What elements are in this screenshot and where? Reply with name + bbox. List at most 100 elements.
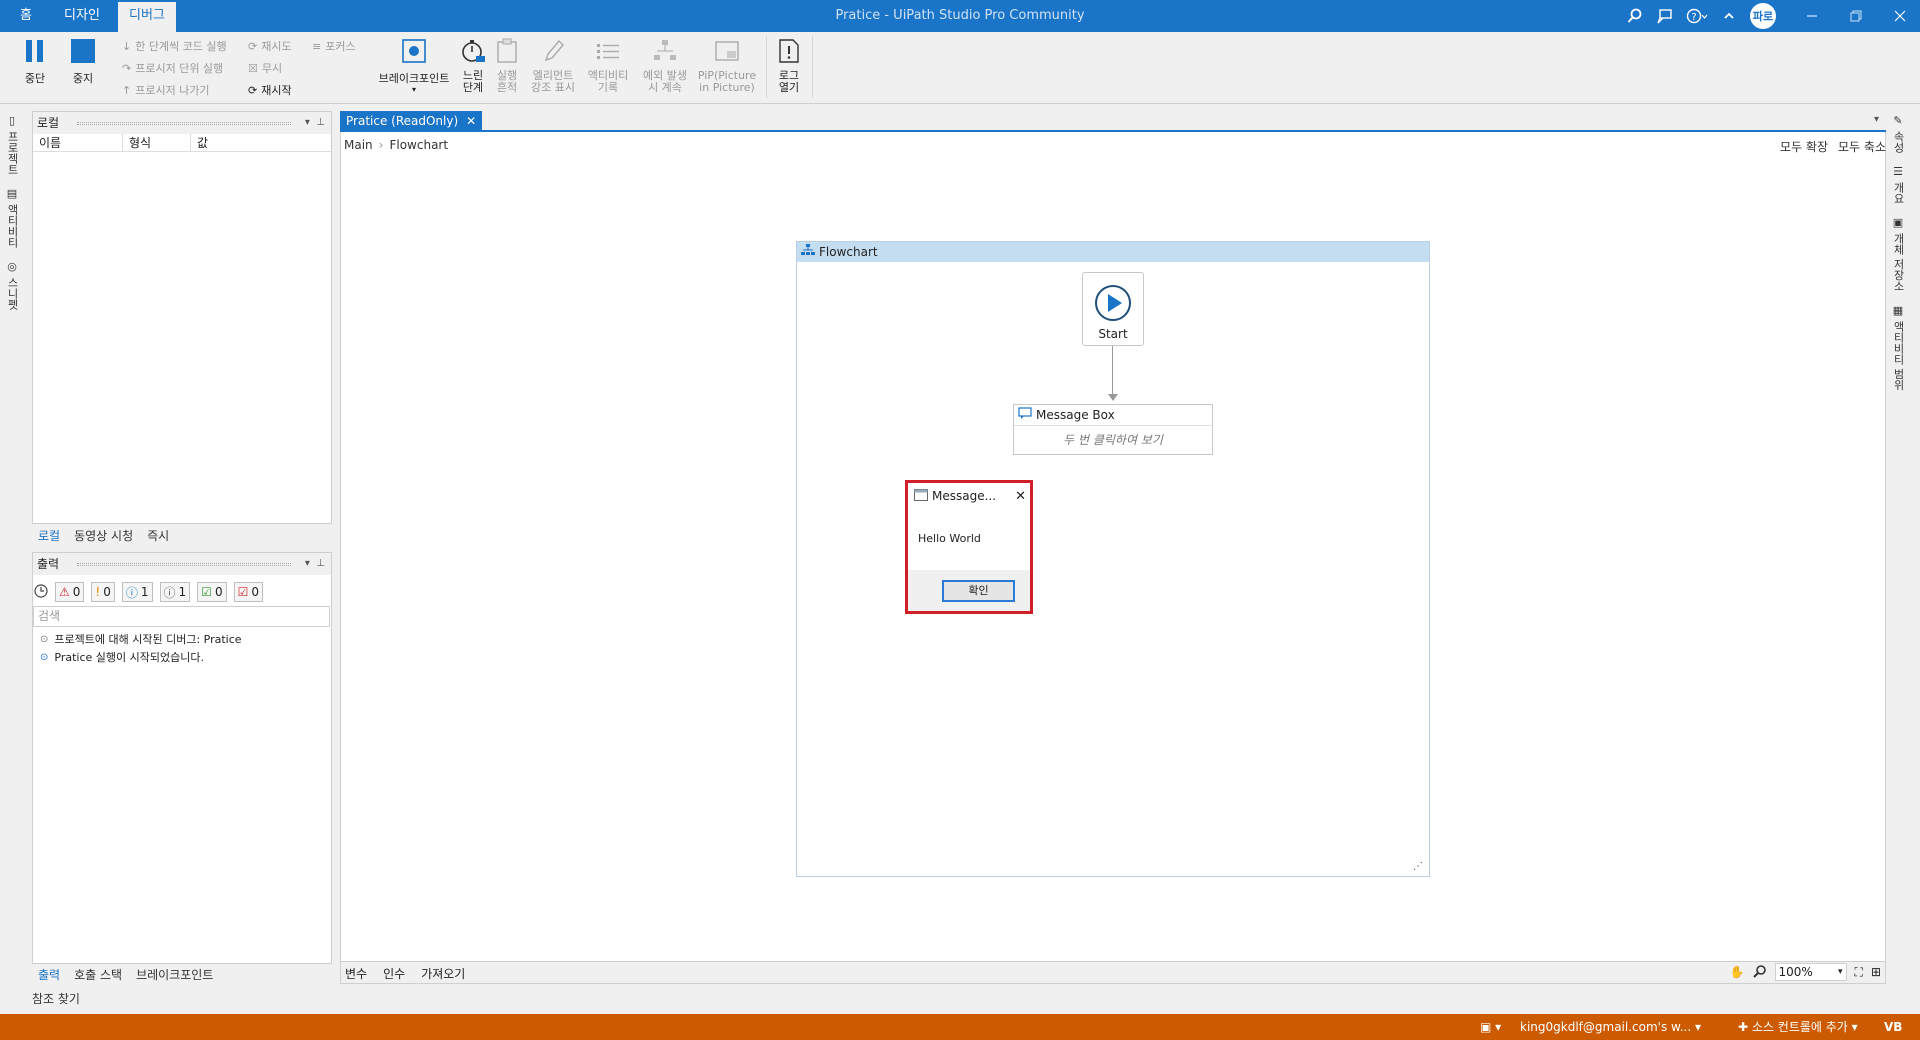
execution-trail-button[interactable]: 실행 흔적 [492,36,522,94]
pause-icon [20,36,50,66]
outline-icon: ☰ [1891,165,1905,178]
search-icon[interactable] [1620,0,1650,32]
message-box-activity[interactable]: Message Box 두 번 클릭하여 보기 [1013,404,1213,455]
breadcrumb-main[interactable]: Main [344,138,373,152]
document-tab[interactable]: Pratice (ReadOnly) ✕ [340,111,483,131]
restart-button[interactable]: ⟳ 재시작 [248,80,292,100]
breakpoints-button[interactable]: 브레이크포인트 ▾ [374,36,454,94]
column-name[interactable]: 이름 [33,134,123,151]
zoom-select[interactable]: 100% ▾ [1774,963,1847,981]
filter-failed[interactable]: ☑ 0 [233,582,263,602]
side-tab-properties[interactable]: ✎ 속성 [1890,108,1906,159]
side-tab-project[interactable]: ▯ 프로젝트 [4,108,20,181]
warning-icon: ! [95,585,101,599]
account-selector[interactable]: king0gkdlf@gmail.com's w... ▾ [1520,1014,1701,1040]
panel-menu-pin-icon[interactable]: ▾ ⊥ [305,553,325,575]
output-search-input[interactable]: 검색 [33,606,330,627]
overview-icon[interactable]: ⊞ [1871,965,1881,979]
filter-success[interactable]: ☑ 0 [197,582,227,602]
close-icon[interactable] [1878,0,1920,32]
ignore-button[interactable]: ☒ 무시 [248,58,282,78]
side-tab-object-repository[interactable]: ▣ 개체 저장소 [1890,210,1906,298]
feedback-icon[interactable] [1650,0,1680,32]
ok-button[interactable]: 확인 [942,580,1015,602]
side-tab-activity-coverage[interactable]: ▦ 액티비티 범위 [1890,298,1906,397]
help-icon[interactable]: ? [1680,0,1714,32]
pause-button[interactable]: 중단 [18,36,52,86]
trace-icon: ⓘ [163,585,176,600]
column-value[interactable]: 값 [191,134,208,151]
tab-immediate[interactable]: 즉시 [147,527,169,544]
tab-debug[interactable]: 디버그 [118,2,176,32]
expand-all-link[interactable]: 모두 확장 [1780,138,1828,155]
repository-icon: ▣ [1891,216,1905,229]
avatar[interactable]: 파로 [1750,3,1776,29]
side-tab-activities[interactable]: ▤ 액티비티 [4,181,20,254]
list-icon [593,36,623,66]
side-tab-outline[interactable]: ☰ 개요 [1890,159,1906,210]
tab-output[interactable]: 출력 [38,966,60,983]
collapse-all-link[interactable]: 모두 축소 [1838,138,1886,155]
tab-watch[interactable]: 동영상 시청 [74,527,133,544]
side-tab-snippets[interactable]: ◎ 스니펫 [4,254,20,316]
panel-grip[interactable] [77,563,291,566]
activities-icon: ▤ [5,187,19,200]
zoom-icon[interactable] [1752,964,1767,981]
continue-on-exception-button[interactable]: 예외 발생 시 계속 [638,36,692,94]
restore-icon[interactable] [1834,0,1878,32]
dialog-title: Message... [932,489,997,503]
filter-errors[interactable]: ⚠ 0 [55,582,85,602]
ribbon-separator [812,36,813,98]
step-into-button[interactable]: ↓ 한 단계씩 코드 실행 [122,36,227,56]
home-tab[interactable]: 홈 [10,0,42,32]
close-icon[interactable]: ✕ [466,111,476,131]
retry-button[interactable]: ⟳ 재시도 [248,36,292,56]
tab-call-stack[interactable]: 호출 스택 [74,966,122,983]
message-icon [1018,405,1032,426]
resize-grip-icon[interactable]: ⋰ [1413,861,1423,872]
minimize-icon[interactable] [1790,0,1834,32]
slow-step-button[interactable]: 느린 단계 [458,36,488,94]
flow-connector [1112,346,1113,396]
stopwatch-icon [458,36,488,66]
filter-trace[interactable]: ⓘ 1 [159,582,191,602]
tab-imports[interactable]: 가져오기 [421,965,465,982]
play-icon [1093,283,1133,323]
pip-button[interactable]: PiP(Picture in Picture) [696,36,758,94]
step-out-icon: ↑ [122,83,132,97]
log-line[interactable]: ⊙ 프로젝트에 대해 시작된 디버그: Pratice [40,631,242,647]
tab-variables[interactable]: 변수 [345,965,367,982]
focus-button[interactable]: ≡ 포커스 [312,36,356,56]
step-over-button[interactable]: ↷ 프로시저 단위 실행 [122,58,223,78]
chevron-right-icon: › [378,138,384,152]
log-activities-button[interactable]: 액티비티 기록 [582,36,634,94]
clock-icon[interactable] [34,583,48,601]
chevron-up-icon[interactable] [1714,0,1744,32]
chevron-down-icon: ▾ [411,85,416,94]
filter-info[interactable]: ⓘ 1 [121,582,153,602]
tab-breakpoints[interactable]: 브레이크포인트 [136,966,213,983]
open-logs-button[interactable]: 로그 열기 [774,36,804,94]
ignore-icon: ☒ [248,61,258,75]
fit-to-screen-icon[interactable]: ⛶ [1855,965,1863,980]
breakpoint-icon [399,36,429,66]
panel-menu-pin-icon[interactable]: ▾ ⊥ [305,112,325,134]
panel-grip[interactable] [77,122,291,125]
breadcrumb-flowchart[interactable]: Flowchart [389,138,448,152]
column-type[interactable]: 형식 [123,134,191,151]
step-out-button[interactable]: ↑ 프로시저 나가기 [122,80,210,100]
highlight-elements-button[interactable]: 엘리먼트 강조 표시 [528,36,578,94]
find-references-tab[interactable]: 참조 찾기 [32,990,80,1007]
tab-overflow-chevron-down-icon[interactable]: ▾ [1874,114,1879,125]
tab-locals[interactable]: 로컬 [38,527,60,544]
close-icon[interactable]: ✕ [1015,489,1026,504]
orchestrator-icon[interactable]: ▣ ▾ [1480,1014,1501,1040]
hand-icon[interactable]: ✋ [1730,965,1745,979]
start-node[interactable]: Start [1082,272,1144,346]
tab-design[interactable]: 디자인 [58,0,106,32]
source-control-button[interactable]: ✚ 소스 컨트롤에 추가 ▾ [1738,1014,1858,1040]
log-line[interactable]: ⊙ Pratice 실행이 시작되었습니다. [40,649,204,665]
stop-button[interactable]: 중지 [66,36,100,86]
filter-warnings[interactable]: ! 0 [91,582,115,602]
tab-arguments[interactable]: 인수 [383,965,405,982]
